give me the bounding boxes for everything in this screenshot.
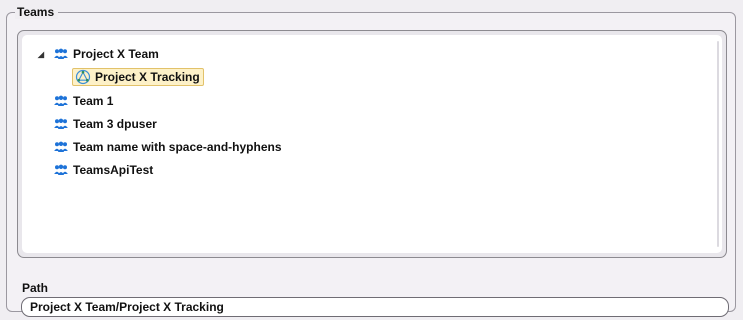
teams-tree[interactable]: ◢ Project X Team Project X Tracking Team… (22, 35, 722, 253)
tree-item-label: Project X Team (73, 47, 159, 61)
tree-item-team-name-with-space-and-hyphens[interactable]: Team name with space-and-hyphens (54, 137, 282, 157)
tree-item-team-3-dpuser[interactable]: Team 3 dpuser (54, 114, 157, 134)
team-icon (54, 141, 68, 153)
teams-group-title: Teams (15, 5, 59, 19)
team-icon (54, 48, 68, 60)
tree-item-label: Project X Tracking (95, 70, 200, 84)
path-label: Path (22, 281, 49, 295)
tree-item-label: Team 3 dpuser (73, 117, 157, 131)
path-field[interactable]: Project X Team/Project X Tracking (21, 297, 729, 317)
team-icon (54, 95, 68, 107)
teams-group: Teams ◢ Project X Team Project X Trackin… (6, 5, 736, 317)
team-icon (54, 164, 68, 176)
team-icon (54, 118, 68, 130)
tree-item-label: Team name with space-and-hyphens (73, 140, 282, 154)
tree-item-team-1[interactable]: Team 1 (54, 91, 113, 111)
tree-item-teamsapitest[interactable]: TeamsApiTest (54, 160, 153, 180)
tracking-icon (75, 69, 91, 85)
tree-item-project-x-team[interactable]: ◢ Project X Team (36, 44, 159, 64)
tree-scrollbar[interactable] (717, 41, 719, 247)
tree-item-project-x-tracking[interactable]: Project X Tracking (72, 68, 204, 86)
tree-item-label: Team 1 (73, 94, 114, 108)
teams-tree-panel: ◢ Project X Team Project X Tracking Team… (17, 30, 727, 258)
tree-item-label: TeamsApiTest (73, 163, 154, 177)
expanded-arrow-icon[interactable]: ◢ (36, 49, 46, 59)
